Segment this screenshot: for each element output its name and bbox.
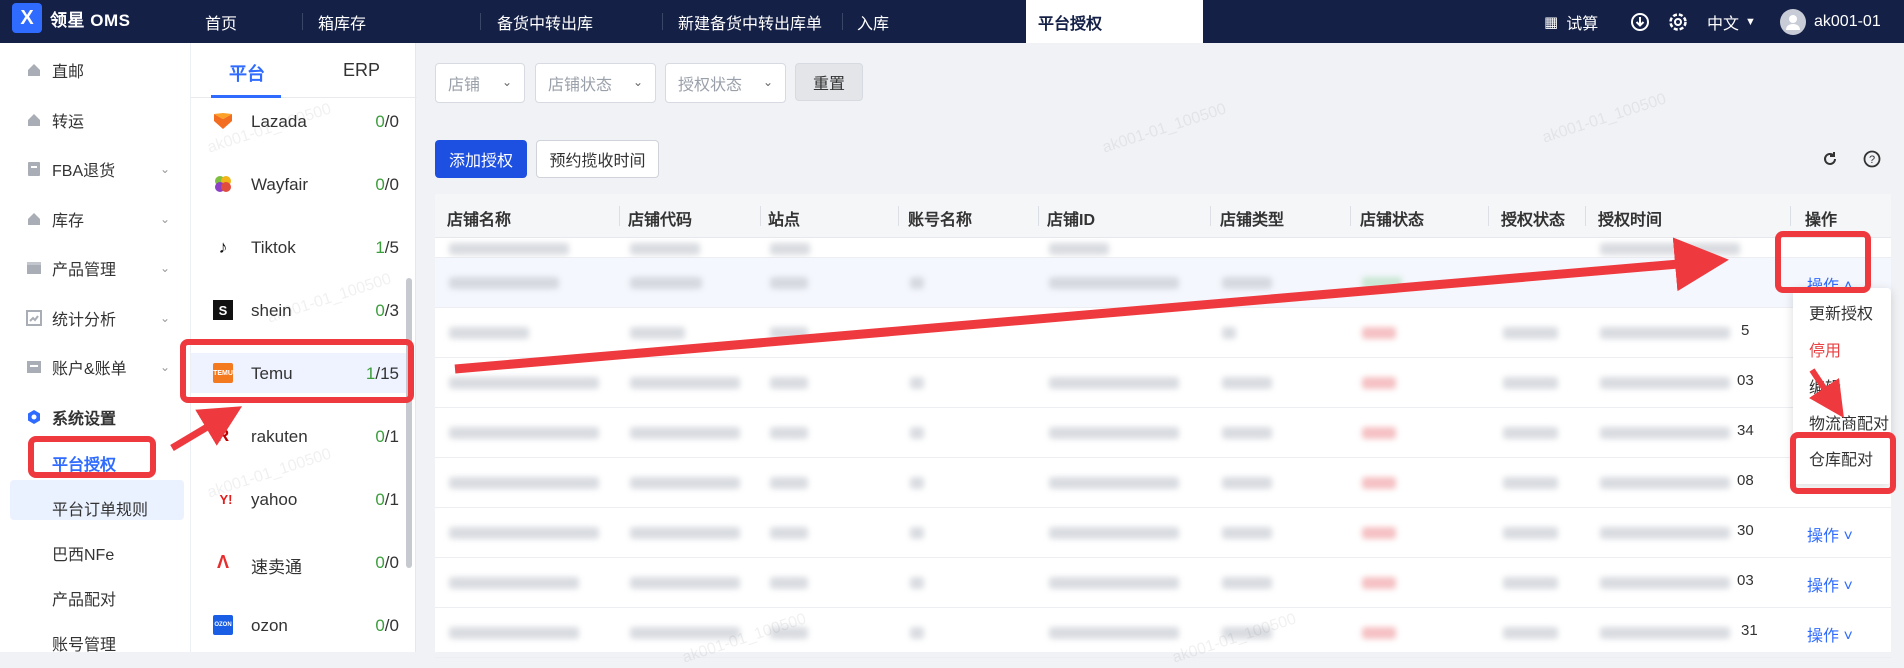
annotation-arrow bbox=[1809, 368, 1844, 418]
annotation-arrow bbox=[170, 406, 243, 452]
annotation-arrow bbox=[454, 237, 1729, 374]
annotation-arrows bbox=[170, 237, 1844, 452]
